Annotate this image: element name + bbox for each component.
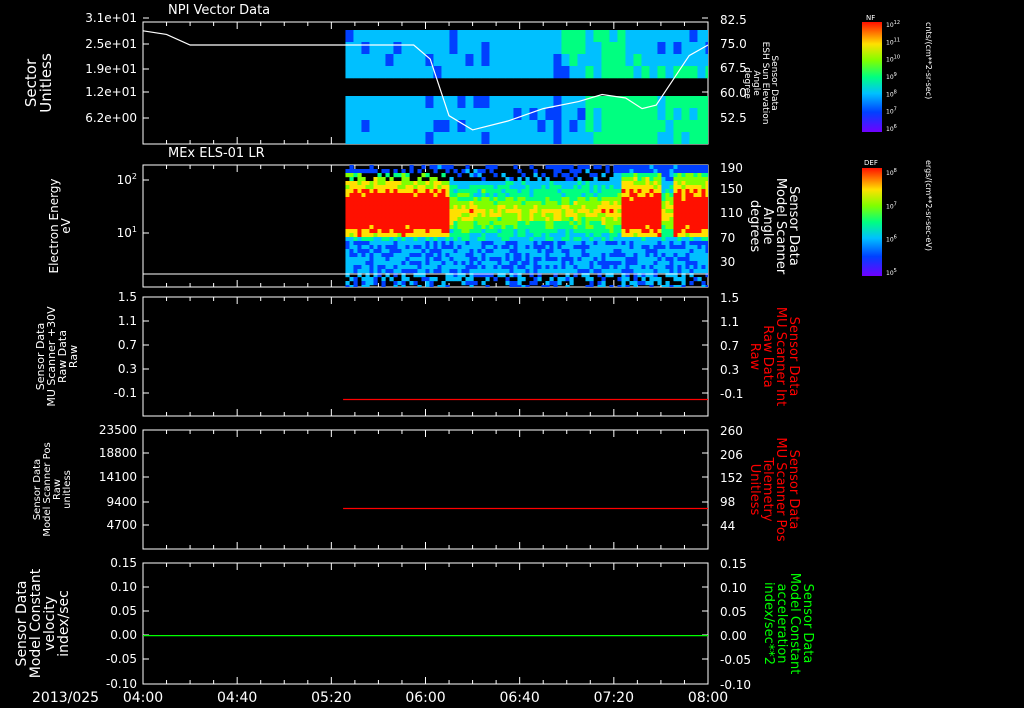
left-tick-label: 101 (117, 225, 137, 240)
left-tick-label: 0.00 (110, 628, 137, 642)
colorbar-tick-label: 1012 (886, 20, 900, 29)
right-tick-label: -0.05 (720, 653, 751, 667)
right-tick-label: 70 (720, 231, 735, 245)
left-tick-label: 1.1 (118, 314, 137, 328)
left-tick-label: -0.10 (106, 677, 137, 691)
left-tick-label: 0.7 (118, 338, 137, 352)
left-tick-label: -0.1 (114, 386, 137, 400)
colorbar-tick-label: 109 (886, 72, 897, 81)
right-tick-label: 1.1 (720, 315, 739, 329)
right-axis-label-scanner_pos: Sensor DataMU Scanner PosTelemetryUnitle… (747, 437, 801, 542)
left-axis-label-scanner_pos: Sensor DataModel Scanner PosRawunitless (32, 442, 73, 536)
right-tick-label: 44 (720, 519, 735, 533)
left-tick-label: 0.3 (118, 362, 137, 376)
right-tick-label: 260 (720, 424, 743, 438)
left-tick-label: 0.05 (110, 604, 137, 618)
colorbar-tick-label: 107 (886, 107, 897, 116)
date-label: 2013/025 (32, 690, 99, 706)
right-tick-label: 75.0 (720, 37, 747, 51)
colorbar-tick-label: 107 (886, 201, 897, 210)
right-tick-label: 206 (720, 448, 743, 462)
left-tick-label: 102 (117, 172, 137, 187)
time-axis-ticks: 04:00 04:40 05:20 06:00 06:40 07:20 08:00 (123, 690, 728, 706)
els-colorbar-units: ergs/(cm**2-sr-sec-eV) (924, 160, 933, 251)
time-tick-label: 07:20 (594, 690, 634, 706)
time-tick-label: 08:00 (688, 690, 728, 706)
right-tick-label: 30 (720, 255, 735, 269)
right-axis-label-model_const: Sensor DataModel Constantaccelerationind… (761, 573, 815, 675)
els-colorbar: DEF 108 107 106 105 ergs/(cm**2-sr-sec-eV) (862, 159, 933, 277)
plot-canvas: 3.1e+01 2.5e+01 1.9e+01 1.2e+01 6.2e+00 82.5 7… (14, 3, 933, 706)
right-tick-label: 82.5 (720, 13, 747, 27)
left-tick-label: 9400 (106, 495, 137, 509)
npi-colorbar: NF 1012 1011 1010 109 108 107 106 cnts/(cm**2-… (862, 14, 933, 133)
time-tick-label: 05:20 (311, 690, 351, 706)
colorbar-tick-label: 105 (886, 268, 897, 277)
time-tick-label: 06:40 (499, 690, 539, 706)
right-tick-label: 0.00 (720, 629, 747, 643)
left-axis-label-npi: SectorUnitless (22, 53, 55, 113)
left-tick-label: 0.10 (110, 580, 137, 594)
right-tick-label: 52.5 (720, 111, 747, 125)
right-tick-label: 0.3 (720, 363, 739, 377)
els-colorbar-label: DEF (864, 159, 878, 167)
time-tick-label: 04:40 (217, 690, 257, 706)
time-tick-label: 06:00 (405, 690, 445, 706)
colorbar-tick-label: 106 (886, 235, 897, 244)
npi-spectrogram (345, 30, 708, 144)
right-tick-label: 110 (720, 206, 743, 220)
els-panel-title: MEx ELS-01 LR (168, 146, 265, 161)
right-axis-label-mu_int: Sensor DataMU Scanner IntRaw DataRaw (747, 307, 801, 406)
left-tick-label: 23500 (99, 423, 137, 437)
right-tick-label: 1.5 (720, 291, 739, 305)
colorbar-tick-label: 1011 (886, 37, 900, 46)
left-tick-label: 18800 (99, 446, 137, 460)
colorbar-tick-label: 106 (886, 124, 897, 133)
right-tick-label: 0.05 (720, 605, 747, 619)
left-tick-label: 6.2e+00 (85, 111, 137, 125)
right-axis-label-npi: Sensor DataESH Sun ElevationAngledegree (742, 42, 779, 125)
left-tick-label: 1.9e+01 (85, 62, 137, 76)
left-tick-label: 2.5e+01 (85, 37, 137, 51)
colorbar-tick-label: 108 (886, 89, 897, 98)
left-tick-label: 1.2e+01 (85, 85, 137, 99)
colorbar-tick-label: 108 (886, 168, 897, 177)
npi-colorbar-label: NF (866, 14, 875, 22)
panel-frame-scanner_pos (142, 429, 709, 550)
left-tick-label: 1.5 (118, 290, 137, 304)
right-tick-label: 0.15 (720, 557, 747, 571)
left-axis-label-model_const: Sensor DataModel Constantvelocityindex/s… (14, 568, 72, 678)
left-tick-label: 0.15 (110, 556, 137, 570)
left-tick-label: -0.05 (106, 652, 137, 666)
left-axis-label-mu_int: Sensor DataMU Scanner +30VRaw DataRaw (34, 306, 80, 407)
right-tick-label: 150 (720, 182, 743, 196)
left-axis-label-els: Electron EnergyeV (47, 178, 73, 273)
right-tick-label: 0.7 (720, 339, 739, 353)
panel-frame-mu_int (142, 296, 709, 417)
right-tick-label: 152 (720, 471, 743, 485)
npi-colorbar-units: cnts/(cm**2-sr-sec) (924, 22, 933, 99)
right-tick-label: 190 (720, 161, 743, 175)
right-tick-label: 98 (720, 495, 735, 509)
right-axis-label-els: Sensor DataModel ScannerAngledegrees (747, 178, 801, 275)
left-tick-label: 3.1e+01 (85, 11, 137, 25)
colorbar-tick-label: 1010 (886, 55, 900, 64)
npi-panel-title: NPI Vector Data (168, 3, 270, 18)
right-tick-label: -0.1 (720, 387, 743, 401)
right-tick-label: 0.10 (720, 581, 747, 595)
panel-frame-model_const (142, 562, 709, 685)
left-tick-label: 14100 (99, 470, 137, 484)
left-tick-label: 4700 (106, 518, 137, 532)
time-tick-label: 04:00 (123, 690, 163, 706)
els-spectrogram (143, 165, 708, 287)
